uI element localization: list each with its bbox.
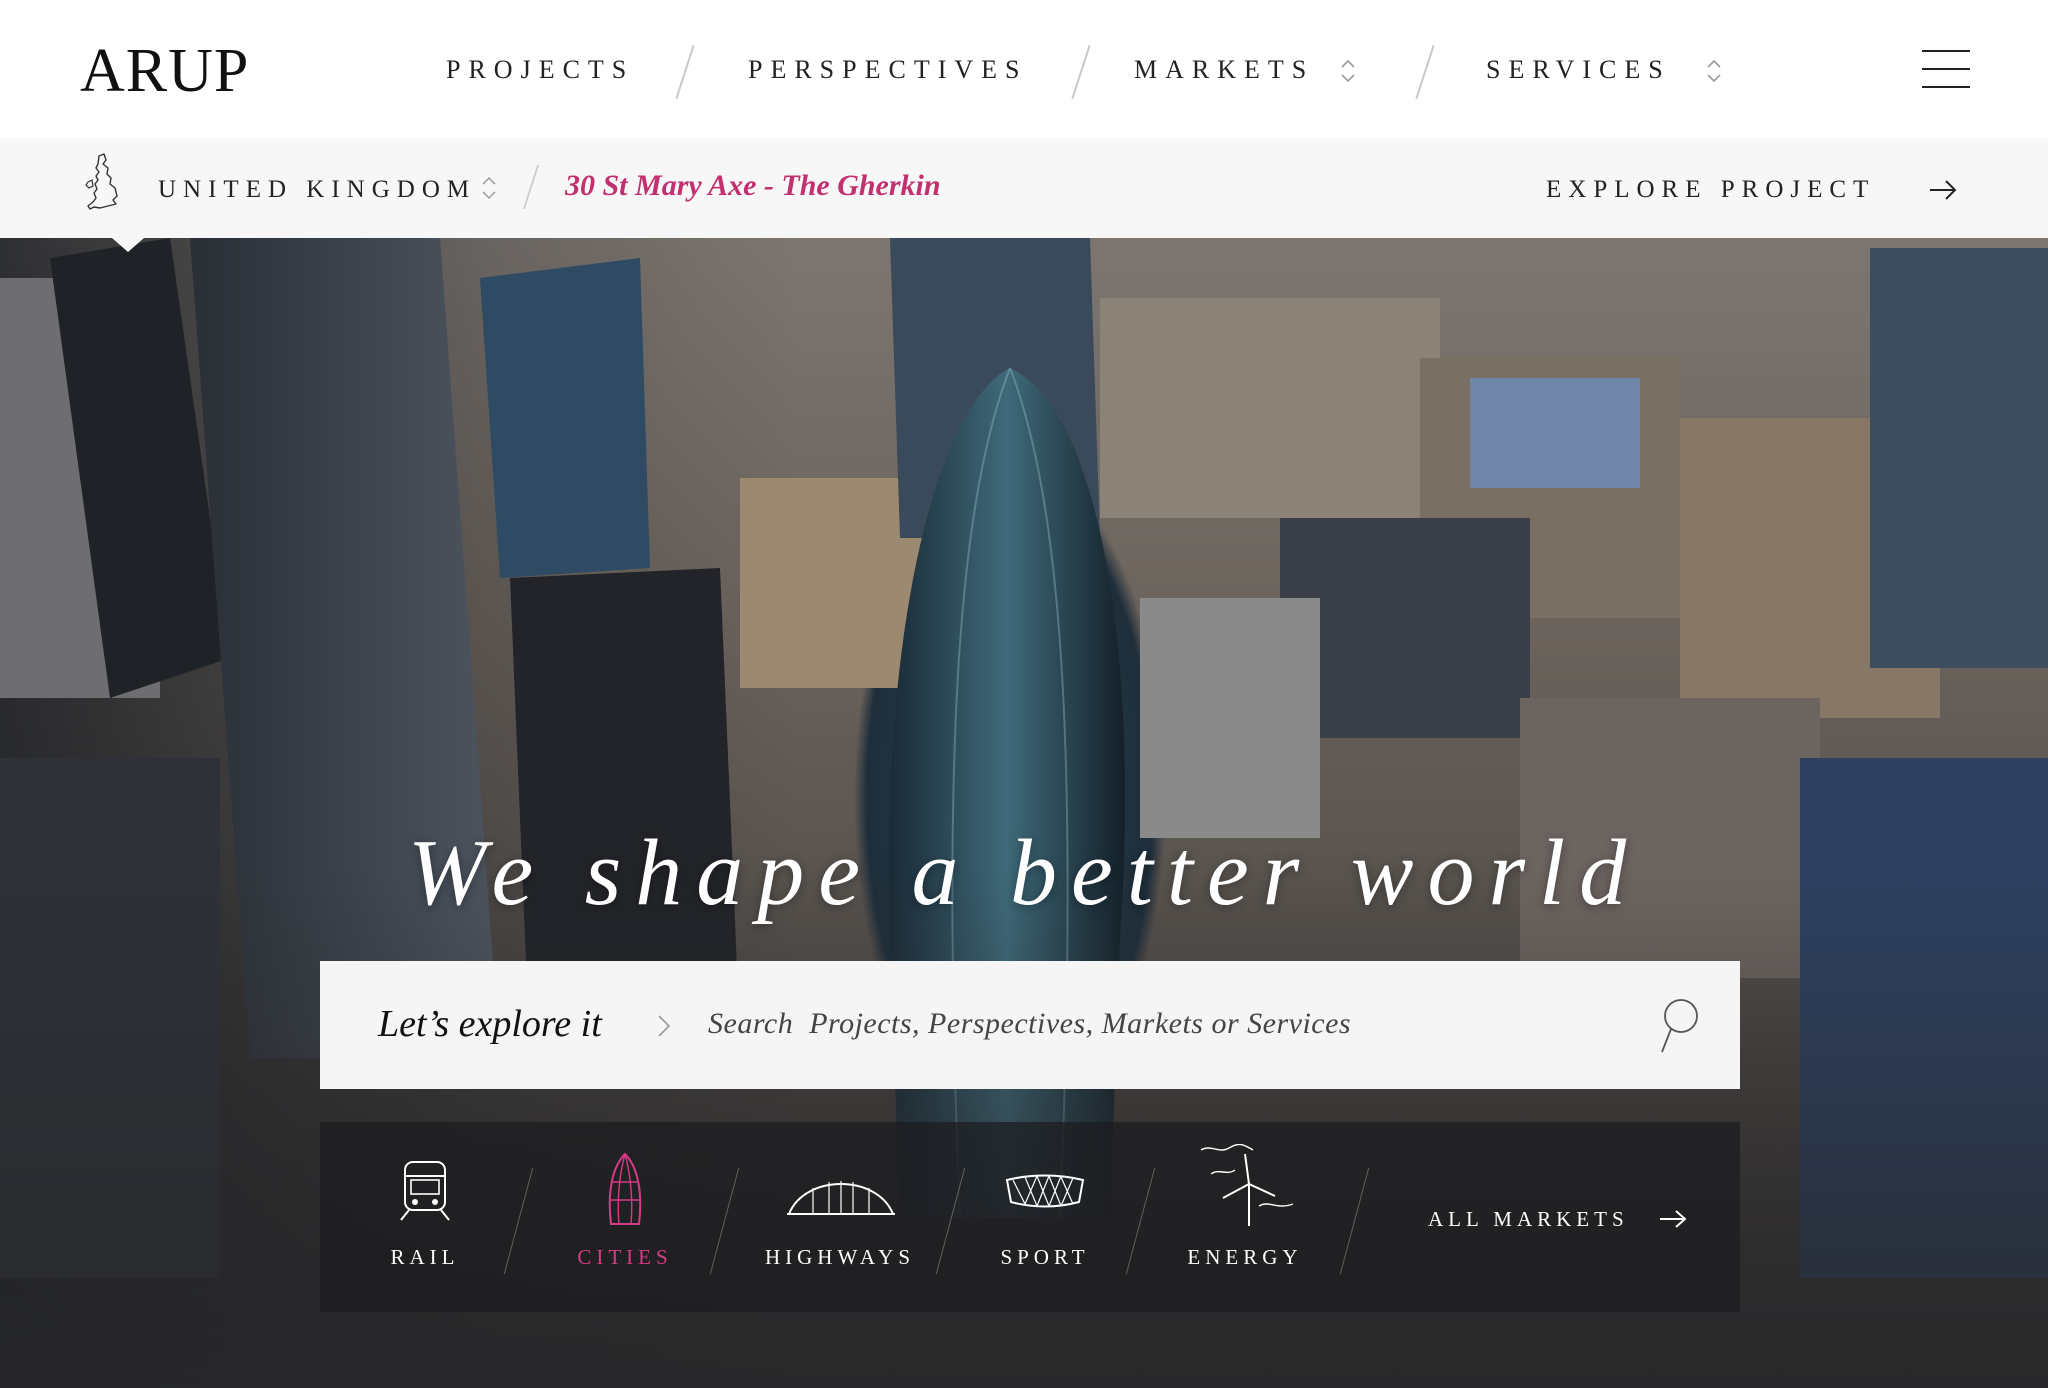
- search-input[interactable]: [708, 997, 1628, 1051]
- train-icon: [400, 1161, 450, 1221]
- bridge-icon: [787, 1181, 895, 1215]
- market-label-energy: ENERGY: [1187, 1245, 1303, 1269]
- nav-item-projects[interactable]: PROJECTS: [446, 52, 634, 88]
- subbar-pointer: [112, 238, 144, 252]
- market-cities[interactable]: CITIES: [545, 1122, 705, 1312]
- market-energy[interactable]: ENERGY: [1165, 1122, 1325, 1312]
- market-label-rail: RAIL: [390, 1245, 460, 1269]
- market-divider: [503, 1167, 534, 1275]
- search-box: Let’s explore it: [320, 961, 1740, 1089]
- all-markets-link[interactable]: ALL MARKETS: [1428, 1204, 1629, 1234]
- country-selector[interactable]: UNITED KINGDOM: [158, 172, 476, 208]
- nav-divider: [1071, 45, 1091, 99]
- search-icon[interactable]: [1656, 997, 1700, 1055]
- services-dropdown-icon[interactable]: [1704, 56, 1724, 86]
- location-bar: UNITED KINGDOM 30 St Mary Axe - The Gher…: [0, 138, 2048, 238]
- market-highways[interactable]: HIGHWAYS: [745, 1122, 935, 1312]
- featured-project-link[interactable]: 30 St Mary Axe - The Gherkin: [565, 166, 941, 206]
- breadcrumb-divider: [522, 164, 540, 210]
- market-label-cities: CITIES: [577, 1245, 673, 1269]
- nav-divider: [1415, 45, 1435, 99]
- chevron-right-icon: [658, 1015, 671, 1037]
- nav-item-perspectives[interactable]: PERSPECTIVES: [748, 52, 1028, 88]
- arrow-right-icon[interactable]: [1658, 1208, 1688, 1230]
- search-lead-text: Let’s explore it: [378, 1003, 602, 1045]
- country-dropdown-icon[interactable]: [480, 174, 498, 202]
- market-label-highways: HIGHWAYS: [764, 1245, 916, 1269]
- uk-map-icon: [85, 153, 118, 210]
- markets-dropdown-icon[interactable]: [1338, 56, 1358, 86]
- wind-turbine-icon: [1200, 1144, 1294, 1226]
- market-divider: [1125, 1167, 1156, 1275]
- market-divider: [1339, 1167, 1370, 1275]
- market-rail[interactable]: RAIL: [350, 1122, 500, 1312]
- explore-project-button[interactable]: EXPLORE PROJECT: [1546, 172, 1875, 208]
- market-label-sport: SPORT: [1000, 1245, 1090, 1269]
- hamburger-menu-icon[interactable]: [1922, 50, 1970, 90]
- main-nav: PROJECTS PERSPECTIVES MARKETS SERVICES: [0, 0, 2048, 138]
- nav-item-markets[interactable]: MARKETS: [1134, 52, 1314, 88]
- market-divider: [935, 1167, 966, 1275]
- hero-aerial-image: We shape a better world Let’s explore it…: [0, 238, 2048, 1388]
- stadium-icon: [1005, 1174, 1085, 1208]
- market-sport[interactable]: SPORT: [970, 1122, 1120, 1312]
- nav-item-services[interactable]: SERVICES: [1486, 52, 1671, 88]
- gherkin-building-icon: [608, 1152, 642, 1225]
- hero-tagline: We shape a better world: [407, 821, 1641, 925]
- arrow-right-icon[interactable]: [1928, 178, 1958, 202]
- top-navigation-bar: ARUP PROJECTS PERSPECTIVES MARKETS SERVI…: [0, 0, 2048, 138]
- market-divider: [709, 1167, 740, 1275]
- nav-divider: [675, 45, 695, 99]
- markets-strip: RAIL CITIES HIGHWAYS SPORT ENERGY ALL MA…: [320, 1122, 1740, 1312]
